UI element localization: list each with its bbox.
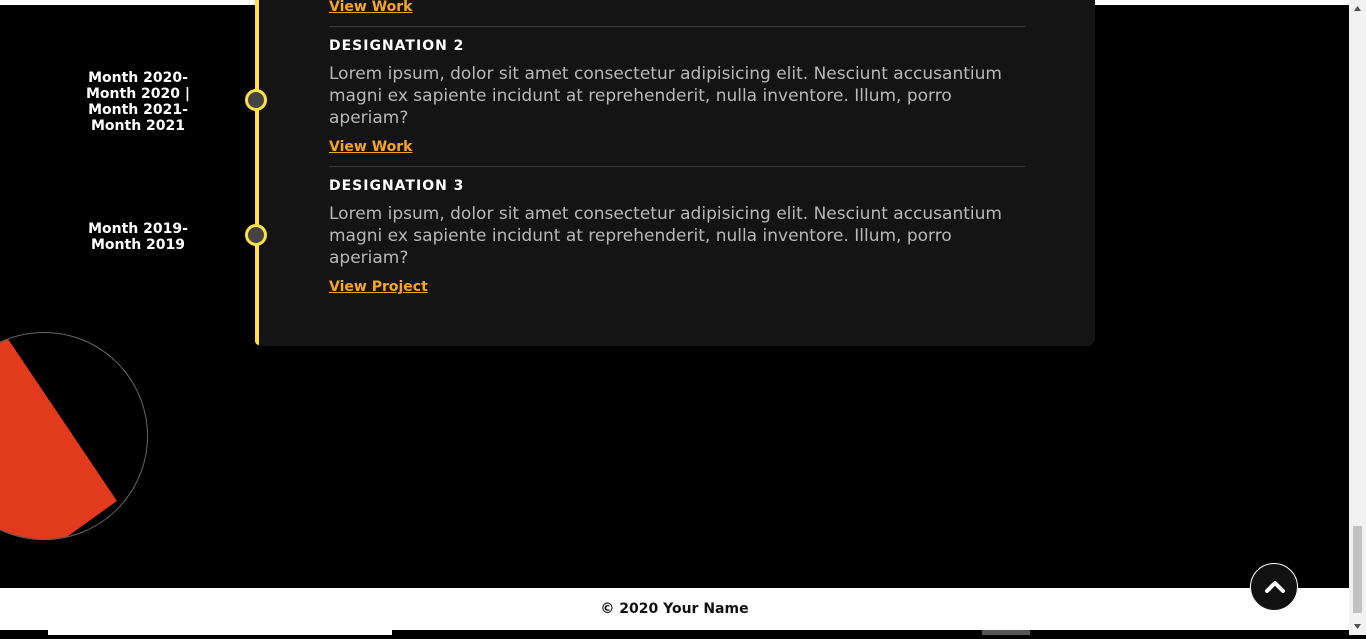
timeline-entry: DESIGNATION 2 Lorem ipsum, dolor sit ame… xyxy=(329,38,1025,155)
decorative-circle xyxy=(0,332,148,540)
red-wedge-shape xyxy=(0,333,117,539)
entry-date: Month 2020- Month 2020 | Month 2021- Mon… xyxy=(85,70,190,134)
chevron-up-icon xyxy=(1265,581,1285,593)
timeline-entry: DESIGNATION 3 Lorem ipsum, dolor sit ame… xyxy=(329,178,1025,295)
entry-title: DESIGNATION 3 xyxy=(329,178,465,194)
view-work-link-2[interactable]: View Work xyxy=(329,139,412,155)
scroll-up-arrow-icon[interactable] xyxy=(1349,0,1366,17)
view-project-link[interactable]: View Project xyxy=(329,279,428,295)
footer: © 2020 Your Name xyxy=(0,588,1349,630)
entry-divider xyxy=(329,166,1025,167)
vertical-scrollbar[interactable] xyxy=(1349,0,1366,635)
timeline-dot xyxy=(245,224,267,246)
entry-description: Lorem ipsum, dolor sit amet consectetur … xyxy=(329,204,1002,268)
scrollbar-thumb[interactable] xyxy=(1353,526,1362,613)
entry-divider xyxy=(329,26,1025,27)
scroll-down-arrow-icon[interactable] xyxy=(1349,618,1366,635)
bottom-bar-segment xyxy=(982,630,1030,635)
entry-description: Lorem ipsum, dolor sit amet consectetur … xyxy=(329,64,1002,128)
entry-title: DESIGNATION 2 xyxy=(329,38,465,54)
view-work-link-1[interactable]: View Work xyxy=(329,0,412,15)
timeline-entry-1-tail: View Work xyxy=(329,0,1025,15)
back-to-top-button[interactable] xyxy=(1250,563,1298,611)
entry-date: Month 2019- Month 2019 xyxy=(88,221,188,253)
timeline-dot xyxy=(245,89,267,111)
timeline-line xyxy=(255,0,259,345)
bottom-bar xyxy=(0,630,1349,635)
bottom-bar-segment xyxy=(48,630,392,635)
copyright-text: © 2020 Your Name xyxy=(600,601,749,617)
